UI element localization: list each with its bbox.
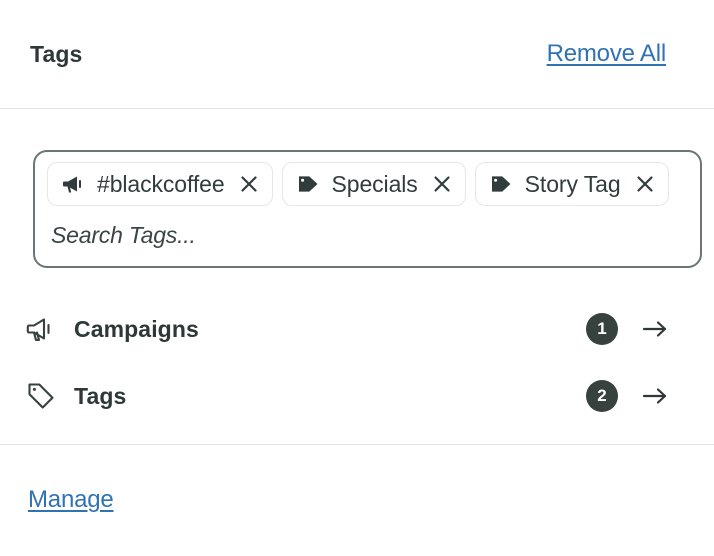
- nav-row-campaigns[interactable]: Campaigns 1: [0, 301, 714, 357]
- tag-chip[interactable]: Specials: [282, 162, 466, 206]
- arrow-right-icon[interactable]: [640, 381, 670, 411]
- tag-input-container[interactable]: #blackcoffee Specials: [33, 150, 702, 268]
- tag-chip-label: Specials: [332, 171, 418, 198]
- megaphone-filled-icon: [61, 172, 85, 196]
- tag-outline-icon: [24, 379, 58, 413]
- nav-row-tags[interactable]: Tags 2: [0, 368, 714, 424]
- header-divider: [0, 108, 714, 109]
- remove-all-link[interactable]: Remove All: [547, 40, 666, 68]
- nav-label-tags: Tags: [74, 383, 126, 410]
- tag-chip[interactable]: #blackcoffee: [47, 162, 273, 206]
- close-icon[interactable]: [430, 172, 454, 196]
- manage-link[interactable]: Manage: [28, 486, 114, 514]
- panel-footer: Manage: [0, 444, 714, 556]
- status-badge: 1: [586, 313, 618, 345]
- tag-chip-label: Story Tag: [525, 171, 621, 198]
- panel-header: Tags Remove All: [0, 0, 714, 108]
- arrow-right-icon[interactable]: [640, 314, 670, 344]
- megaphone-outline-icon: [24, 312, 58, 346]
- search-tags-input[interactable]: [47, 213, 688, 257]
- page-title: Tags: [30, 41, 82, 68]
- tag-chip[interactable]: Story Tag: [475, 162, 669, 206]
- tag-filled-icon: [489, 172, 513, 196]
- close-icon[interactable]: [633, 172, 657, 196]
- tags-panel: Tags Remove All #blackcoffee: [0, 0, 714, 556]
- nav-label-campaigns: Campaigns: [74, 316, 199, 343]
- tag-filled-icon: [296, 172, 320, 196]
- close-icon[interactable]: [237, 172, 261, 196]
- tag-chip-label: #blackcoffee: [97, 171, 225, 198]
- status-badge: 2: [586, 380, 618, 412]
